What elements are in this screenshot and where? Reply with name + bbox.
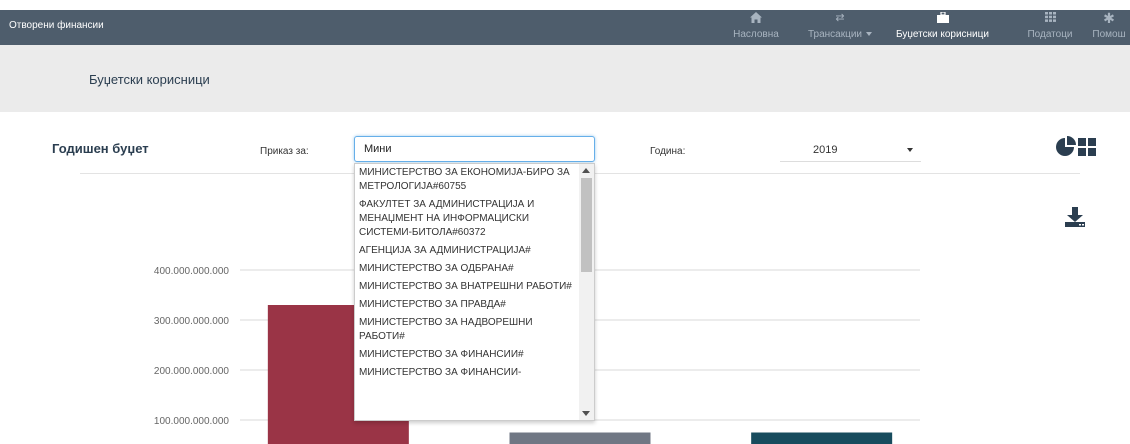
year-select-value: 2019 <box>813 144 838 156</box>
autocomplete-option[interactable]: ФАКУЛТЕТ ЗА АДМИНИСТРАЦИЈА И МЕНАЏМЕНТ Н… <box>355 196 580 242</box>
y-tick-label: 400.000.000.000 <box>154 266 230 277</box>
scroll-down-icon[interactable] <box>582 411 590 416</box>
autocomplete-option[interactable]: МИНИСТЕРСТВО ЗА ФИНАНСИИ# <box>355 346 580 364</box>
chart-bar[interactable] <box>751 432 893 444</box>
y-tick-label: 300.000.000.000 <box>154 316 230 327</box>
year-label: Година: <box>650 146 686 157</box>
autocomplete-list: МИНИСТЕРСТВО ЗА ЕКОНОМИЈА-БИРО ЗА МЕТРОЛ… <box>355 164 580 382</box>
chart-bar[interactable] <box>509 432 651 444</box>
autocomplete-dropdown: МИНИСТЕРСТВО ЗА ЕКОНОМИЈА-БИРО ЗА МЕТРОЛ… <box>354 163 595 421</box>
scroll-up-icon[interactable] <box>582 168 590 173</box>
scrollbar-thumb[interactable] <box>581 178 592 272</box>
autocomplete-option[interactable]: МИНИСТЕРСТВО ЗА ВНАТРЕШНИ РАБОТИ# <box>355 278 580 296</box>
section-title: Годишен буџет <box>52 141 149 156</box>
autocomplete-option[interactable]: МИНИСТЕРСТВО ЗА ФИНАНСИИ- <box>355 364 580 382</box>
autocomplete-option[interactable]: МИНИСТЕРСТВО ЗА ПРАВДА# <box>355 296 580 314</box>
chevron-down-icon <box>907 148 913 152</box>
autocomplete-option[interactable]: МИНИСТЕРСТВО ЗА ОДБРАНА# <box>355 260 580 278</box>
download-icon[interactable] <box>1064 206 1086 228</box>
autocomplete-option[interactable]: МИНИСТЕРСТВО ЗА НАДВОРЕШНИ РАБОТИ# <box>355 314 580 346</box>
show-for-label: Приказ за: <box>260 146 309 157</box>
budget-user-search-input[interactable] <box>354 136 595 162</box>
year-select[interactable]: 2019 <box>780 138 921 162</box>
autocomplete-option[interactable]: АГЕНЦИЈА ЗА АДМИНИСТРАЦИЈА# <box>355 242 580 260</box>
pie-chart-grid-icon[interactable] <box>1053 135 1099 159</box>
y-tick-label: 100.000.000.000 <box>154 416 230 427</box>
dropdown-scrollbar[interactable] <box>579 164 594 420</box>
y-tick-label: 200.000.000.000 <box>154 366 230 377</box>
autocomplete-option[interactable]: МИНИСТЕРСТВО ЗА ЕКОНОМИЈА-БИРО ЗА МЕТРОЛ… <box>355 164 580 196</box>
